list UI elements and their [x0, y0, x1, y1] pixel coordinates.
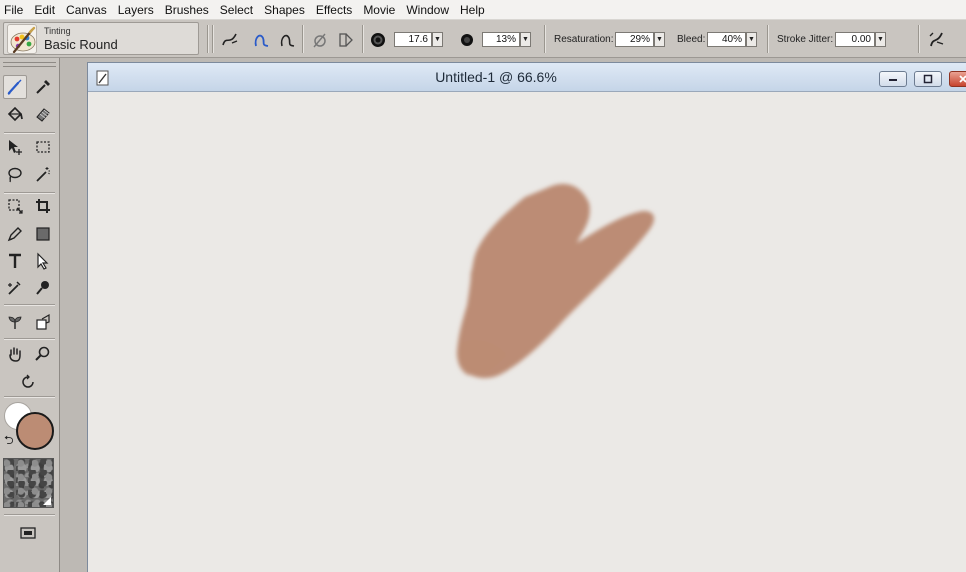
property-bar-divider [767, 25, 769, 53]
brush-variant-label: Basic Round [44, 36, 118, 52]
fade-stroke-icon[interactable] [335, 29, 357, 51]
menu-effects[interactable]: Effects [312, 0, 356, 20]
document-title-bar[interactable]: Untitled-1 @ 66.6% [88, 63, 966, 92]
menu-layers[interactable]: Layers [114, 0, 158, 20]
toolbox-divider [4, 396, 55, 398]
rubber-stamp-icon[interactable] [31, 276, 55, 300]
brush-opacity-icon [456, 29, 478, 51]
resaturation-field[interactable]: 29% [615, 32, 654, 47]
menu-help[interactable]: Help [456, 0, 489, 20]
straight-lines-stroke-icon[interactable] [277, 29, 299, 51]
maximize-icon [923, 74, 933, 84]
brush-opacity-field[interactable]: 13% [482, 32, 520, 47]
close-button[interactable] [949, 71, 966, 87]
layer-adjuster-icon[interactable] [3, 135, 27, 159]
toolbox-grip[interactable] [3, 62, 56, 67]
brush-tool-icon[interactable] [3, 75, 27, 99]
freehand-stroke-active-icon[interactable] [251, 29, 273, 51]
rotate-page-icon[interactable] [16, 370, 40, 394]
property-bar-divider [918, 25, 920, 53]
paint-stroke [456, 183, 655, 379]
dropper-tool-icon[interactable] [31, 75, 55, 99]
document-window: Untitled-1 @ 66.6% [87, 62, 966, 572]
chevron-down-icon: ▼ [522, 36, 529, 43]
text-tool-icon[interactable] [3, 249, 27, 273]
property-bar-divider [207, 25, 209, 53]
menu-file[interactable]: File [0, 0, 27, 20]
document-title: Untitled-1 @ 66.6% [435, 69, 557, 85]
minimize-button[interactable] [879, 71, 907, 87]
toolbox-divider [4, 338, 55, 340]
menu-canvas[interactable]: Canvas [62, 0, 111, 20]
toolbox-divider [4, 304, 55, 306]
foreground-color-swatch[interactable] [16, 412, 54, 450]
drawing-canvas[interactable] [95, 93, 966, 572]
menu-movie[interactable]: Movie [359, 0, 399, 20]
paper-menu-corner-icon[interactable] [43, 497, 51, 505]
brush-size-dropdown[interactable]: ▼ [432, 32, 443, 47]
shape-selection-icon[interactable] [31, 249, 55, 273]
reset-tool-icon[interactable] [926, 29, 948, 51]
cloner-icon[interactable] [3, 276, 27, 300]
brush-size-field[interactable]: 17.6 [394, 32, 432, 47]
chevron-down-icon: ▼ [434, 36, 441, 43]
menu-edit[interactable]: Edit [30, 0, 59, 20]
bleed-dropdown[interactable]: ▼ [746, 32, 757, 47]
stroke-jitter-dropdown[interactable]: ▼ [875, 32, 886, 47]
brush-category-icon [7, 23, 37, 54]
eraser-icon[interactable] [31, 102, 55, 126]
toolbox-divider [4, 514, 55, 516]
freehand-stroke-icon[interactable] [219, 29, 241, 51]
menu-brushes[interactable]: Brushes [161, 0, 213, 20]
property-bar-divider [302, 25, 304, 53]
menu-select[interactable]: Select [216, 0, 257, 20]
crop-icon[interactable] [31, 194, 55, 218]
grabber-hand-icon[interactable] [3, 342, 27, 366]
paper-texture-swatch[interactable] [3, 458, 54, 508]
chevron-down-icon: ▼ [748, 36, 755, 43]
brush-opacity-dropdown[interactable]: ▼ [520, 32, 531, 47]
minimize-icon [889, 79, 897, 81]
magic-wand-icon[interactable] [31, 162, 55, 186]
burn-icon[interactable] [31, 310, 55, 334]
stroke-jitter-field[interactable]: 0.00 [835, 32, 875, 47]
property-bar: Tinting Basic Round 17.6 ▼ 13% ▼ Resatur… [0, 20, 966, 58]
rectangle-shape-icon[interactable] [31, 222, 55, 246]
property-bar-divider [212, 25, 214, 53]
resaturation-dropdown[interactable]: ▼ [654, 32, 665, 47]
stroke-jitter-label: Stroke Jitter: [777, 34, 834, 45]
rectangular-selection-icon[interactable] [31, 135, 55, 159]
property-bar-divider [362, 25, 364, 53]
close-icon [959, 75, 966, 83]
screen-mode-toggle-icon[interactable] [18, 526, 38, 540]
stroke-attributes-icon[interactable] [309, 29, 331, 51]
brush-selector[interactable]: Tinting Basic Round [3, 22, 199, 55]
property-bar-divider [544, 25, 546, 53]
dodge-icon[interactable] [3, 310, 27, 334]
chevron-down-icon: ▼ [877, 36, 884, 43]
resaturation-label: Resaturation: [554, 34, 614, 45]
pen-icon[interactable] [3, 222, 27, 246]
bleed-field[interactable]: 40% [707, 32, 746, 47]
lasso-icon[interactable] [3, 162, 27, 186]
transform-icon[interactable] [3, 194, 27, 218]
brush-category-label: Tinting [44, 25, 71, 36]
paint-bucket-icon[interactable] [3, 102, 27, 126]
toolbox: ⮌ [0, 58, 60, 572]
brush-size-icon [367, 29, 389, 51]
toolbox-divider [4, 132, 55, 134]
maximize-button[interactable] [914, 71, 942, 87]
menu-window[interactable]: Window [402, 0, 453, 20]
chevron-down-icon: ▼ [656, 36, 663, 43]
magnifier-icon[interactable] [31, 342, 55, 366]
bleed-label: Bleed: [677, 34, 706, 45]
menu-bar: File Edit Canvas Layers Brushes Select S… [0, 0, 966, 20]
menu-shapes[interactable]: Shapes [260, 0, 309, 20]
swap-colors-icon[interactable]: ⮌ [4, 431, 14, 452]
